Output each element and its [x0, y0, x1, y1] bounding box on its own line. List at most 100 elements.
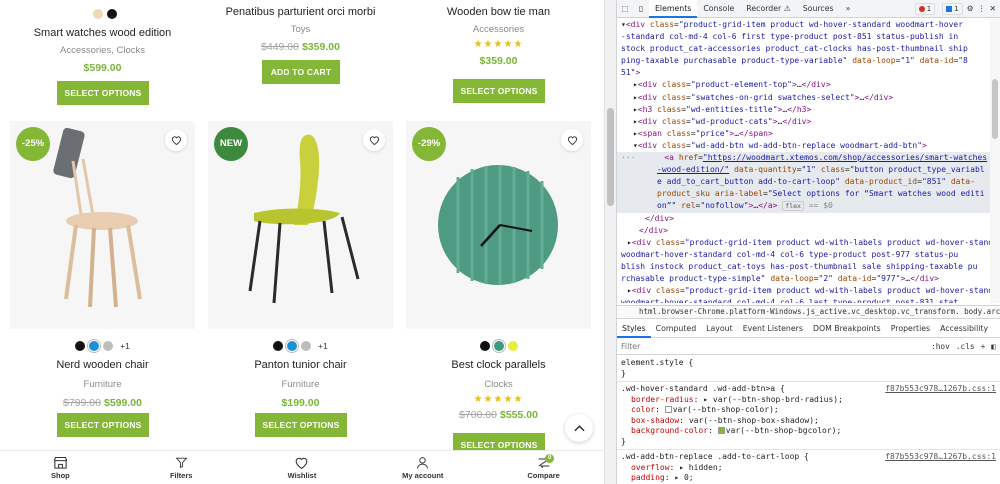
dom-node[interactable]: -standard col-md-4 col-6 first type-prod…: [617, 31, 990, 43]
product-name[interactable]: Penatibus parturient orci morbi: [208, 6, 393, 18]
tab-computed[interactable]: Computed: [651, 320, 702, 338]
tab-event-listeners[interactable]: Event Listeners: [738, 320, 808, 338]
wishlist-button[interactable]: [363, 129, 385, 151]
css-property[interactable]: padding: ▸ 0;: [621, 473, 996, 484]
dom-node-selected[interactable]: e add_to_cart_button add-to-cart-loop" d…: [617, 176, 990, 189]
scrollbar-thumb[interactable]: [607, 108, 614, 206]
dom-node[interactable]: </div>: [617, 225, 990, 237]
scrollbar-thumb[interactable]: [992, 79, 998, 139]
wishlist-button[interactable]: [561, 129, 583, 151]
styles-filter-input[interactable]: Filter: [621, 342, 640, 351]
property-name[interactable]: box-shadow: [631, 416, 679, 425]
more-swatches[interactable]: +1: [318, 341, 328, 351]
property-name[interactable]: overflow: [631, 463, 670, 472]
dom-node-selected[interactable]: product_sku aria-label="Select options f…: [617, 188, 990, 201]
scroll-to-top-button[interactable]: [565, 414, 593, 442]
dom-node[interactable]: rchasable product-type-simple" data-loop…: [617, 273, 990, 285]
dom-node[interactable]: ▸<div class="product-grid-item product w…: [617, 237, 990, 249]
css-property[interactable]: overflow: ▸ hidden;: [621, 463, 996, 474]
swatch-yellow[interactable]: [507, 341, 518, 351]
computed-sidebar-icon[interactable]: ◧: [991, 342, 996, 351]
swatch-green[interactable]: [493, 341, 504, 351]
product-name[interactable]: Best clock parallels: [406, 359, 591, 371]
product-category[interactable]: Clocks: [406, 379, 591, 390]
dom-node[interactable]: ▸<span class="price">…</span>: [617, 128, 990, 140]
dom-node[interactable]: ▸<div class="product-grid-item product w…: [617, 285, 990, 297]
dom-node-selected[interactable]: on”" rel="nofollow">…</a> flex == $0: [617, 200, 990, 213]
error-counter[interactable]: 1: [914, 2, 936, 15]
rule-selector[interactable]: element.style {: [621, 358, 996, 369]
color-swatch[interactable]: [664, 406, 672, 413]
property-name[interactable]: padding: [631, 473, 665, 482]
dom-tree[interactable]: ▾<div class="product-grid-item product w…: [617, 19, 990, 303]
tab-accessibility[interactable]: Accessibility: [935, 320, 993, 338]
swatch-black[interactable]: [107, 9, 117, 19]
style-rule[interactable]: f87b553c978…1267b.css:1 .wd-add-btn-repla…: [617, 450, 1000, 484]
property-name[interactable]: border-radius: [631, 395, 694, 404]
swatch-black[interactable]: [75, 341, 86, 351]
swatch-beige[interactable]: [93, 9, 103, 19]
tab-styles[interactable]: Styles: [617, 320, 651, 338]
product-category[interactable]: Accessories: [406, 24, 591, 35]
settings-gear-icon[interactable]: ⚙: [967, 4, 974, 13]
dom-node[interactable]: stock product_cat-accessories product_ca…: [617, 43, 990, 55]
select-options-button[interactable]: SELECT OPTIONS: [57, 81, 149, 105]
property-value[interactable]: var(--btn-shop-bgcolor);: [726, 426, 842, 435]
property-value[interactable]: var(--btn-shop-box-shadow);: [689, 416, 819, 425]
tab-recorder[interactable]: Recorder ⚠: [740, 0, 796, 18]
dom-node[interactable]: 51">: [617, 67, 990, 79]
more-tabs-button[interactable]: »: [840, 0, 857, 18]
css-property[interactable]: border-radius: ▸ var(--btn-shop-brd-radi…: [621, 395, 996, 406]
swatch-blue[interactable]: [287, 341, 298, 351]
dom-node[interactable]: woodmart-hover-standard col-md-4 col-6 l…: [617, 297, 990, 303]
dom-scrollbar[interactable]: [990, 19, 1000, 303]
swatch-black[interactable]: [273, 341, 284, 351]
property-name[interactable]: color: [631, 405, 655, 414]
dom-node[interactable]: ▾<div class="wd-add-btn wd-add-btn-repla…: [617, 140, 990, 152]
product-image-clock[interactable]: -29%: [406, 121, 591, 329]
product-name[interactable]: Smart watches wood edition: [10, 27, 195, 39]
select-options-button[interactable]: SELECT OPTIONS: [453, 79, 545, 103]
close-icon[interactable]: ✕: [989, 4, 996, 13]
swatch-gray[interactable]: [301, 341, 312, 351]
dom-node[interactable]: ping-taxable purchasable product-type-va…: [617, 55, 990, 67]
rule-source-link[interactable]: f87b553c978…1267b.css:1: [885, 384, 996, 395]
more-swatches[interactable]: +1: [120, 341, 130, 351]
message-counter[interactable]: 1: [942, 2, 963, 15]
product-category[interactable]: Furniture: [10, 379, 195, 390]
product-image-nerd-chair[interactable]: -25%: [10, 121, 195, 329]
tab-properties[interactable]: Properties: [886, 320, 935, 338]
product-name[interactable]: Nerd wooden chair: [10, 359, 195, 371]
product-category[interactable]: Accessories, Clocks: [10, 45, 195, 56]
class-toggle[interactable]: .cls: [956, 342, 975, 351]
property-name[interactable]: background-color: [631, 426, 708, 435]
swatch-blue[interactable]: [89, 341, 100, 351]
tab-console[interactable]: Console: [697, 0, 740, 18]
dom-node[interactable]: ▸<div class="wd-product-cats">…</div>: [617, 116, 990, 128]
property-value[interactable]: var(--btn-shop-color);: [673, 405, 779, 414]
hover-state-toggle[interactable]: :hov: [931, 342, 950, 351]
product-category[interactable]: Furniture: [208, 379, 393, 390]
select-options-button[interactable]: SELECT OPTIONS: [57, 413, 149, 437]
toolbar-filters[interactable]: Filters: [121, 451, 242, 484]
css-property[interactable]: color: var(--btn-shop-color);: [621, 405, 996, 416]
property-value[interactable]: ▸ hidden;: [679, 463, 722, 472]
new-rule-button[interactable]: +: [981, 342, 986, 351]
dom-node[interactable]: </div>: [617, 213, 990, 225]
more-options-icon[interactable]: ⋮: [978, 4, 986, 13]
property-value[interactable]: ▸ 0;: [674, 473, 693, 482]
element-breadcrumb[interactable]: html.browser-Chrome.platform-Windows.js_…: [617, 305, 1000, 319]
swatch-gray[interactable]: [103, 341, 114, 351]
rule-source-link[interactable]: f87b553c978…1267b.css:1: [885, 452, 996, 463]
css-property[interactable]: box-shadow: var(--btn-shop-box-shadow);: [621, 416, 996, 427]
styles-rules[interactable]: element.style { } f87b553c978…1267b.css:…: [617, 356, 1000, 484]
rule-selector[interactable]: .wd-hover-standard .wd-add-btn>a {: [621, 384, 785, 393]
css-property[interactable]: background-color: var(--btn-shop-bgcolor…: [621, 426, 996, 437]
dom-node[interactable]: ▸<div class="swatches-on-grid swatches-s…: [617, 92, 990, 104]
select-options-button[interactable]: SELECT OPTIONS: [255, 413, 347, 437]
style-rule[interactable]: element.style { }: [617, 356, 1000, 382]
wishlist-button[interactable]: [165, 129, 187, 151]
style-rule[interactable]: f87b553c978…1267b.css:1 .wd-hover-standar…: [617, 382, 1000, 450]
dom-node-selected[interactable]: -wood-edition/" data-quantity="1" class=…: [617, 164, 990, 177]
swatch-black[interactable]: [479, 341, 490, 351]
